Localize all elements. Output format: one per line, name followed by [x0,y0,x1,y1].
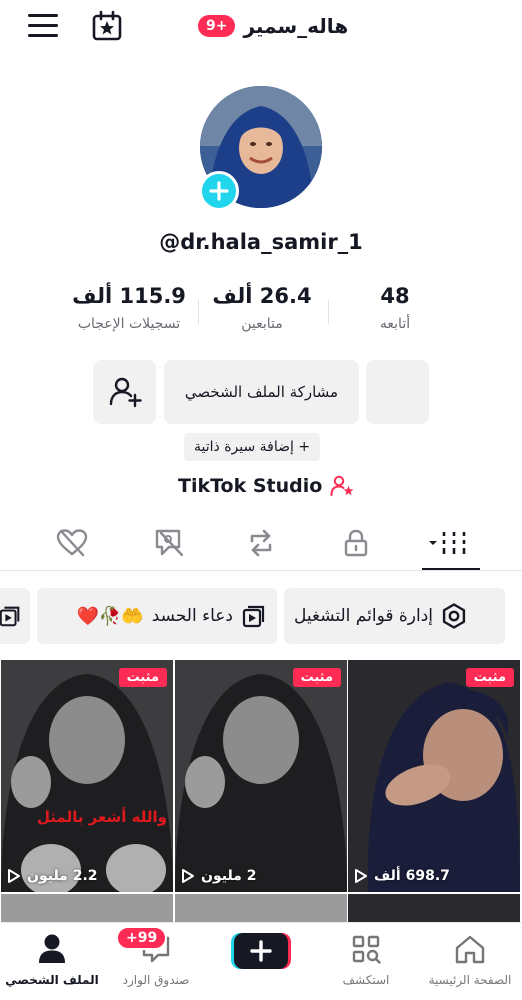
tiktok-studio-label: TikTok Studio [178,475,323,497]
home-icon [455,935,485,964]
likes-count: 115.9 ألف [72,284,186,308]
grid-icon [429,532,466,554]
video-caption: والله أشعر بالمثل [37,808,167,826]
tab-divider [0,570,522,571]
video-thumbnail[interactable]: والله أشعر بالمثل مثبت 2.2 مليون [1,660,173,892]
view-count: 698.7 ألف [354,868,450,884]
followers-count: 26.4 ألف [212,284,312,308]
video-thumbnail[interactable] [348,894,520,924]
lock-icon [344,529,368,557]
tab-reposts[interactable] [241,525,281,561]
play-icon [8,869,20,883]
likes-stat[interactable]: 115.9 ألف تسجيلات الإعجاب [64,284,194,332]
pinned-badge: مثبت [465,668,514,687]
divider [328,300,329,324]
view-count-text: 2.2 مليون [27,868,98,884]
active-tab-indicator [422,568,480,570]
nav-profile[interactable]: الملف الشخصي [0,933,104,987]
add-friend-button[interactable] [93,360,156,424]
following-stat[interactable]: 48 أتابعه [345,284,445,332]
followers-label: متابعين [241,316,283,332]
video-frame [1,660,173,892]
discover-icon [352,935,381,964]
liked-hidden-icon [56,529,88,557]
pinned-badge: مثبت [292,668,341,687]
inbox-badge: +99 [116,926,168,950]
divider [198,300,199,324]
profile-handle: @dr.hala_samir_1 [159,230,363,254]
tab-videos[interactable] [424,525,472,561]
play-icon [182,869,194,883]
tab-private[interactable] [336,525,376,561]
manage-playlists-button[interactable]: إدارة قوائم التشغيل [284,588,505,644]
tab-tagged[interactable] [149,525,189,561]
video-thumbnail[interactable] [175,894,347,924]
view-count: 2 مليون [181,868,256,884]
nav-discover[interactable]: استكشف [314,933,418,987]
video-thumbnail[interactable] [1,894,173,924]
view-count-text: 2 مليون [201,868,257,884]
following-count: 48 [380,284,410,308]
calendar-star-icon[interactable] [91,10,123,42]
nav-home[interactable]: الصفحة الرئيسية [418,933,522,987]
create-button[interactable] [231,931,291,971]
playlist-label: دعاء الحسد [151,606,233,626]
gear-icon [442,603,466,629]
playlist-item[interactable]: دعاء الحسد 🤲🥀❤️ [37,588,277,644]
play-icon [355,869,367,883]
view-count-text: 698.7 ألف [374,868,450,884]
video-thumbnail[interactable]: مثبت 698.7 ألف [348,660,520,892]
create-plus-icon [231,933,291,969]
likes-label: تسجيلات الإعجاب [77,316,181,332]
nav-home-label: الصفحة الرئيسية [428,973,512,987]
tiktok-studio-link[interactable]: TikTok Studio [178,472,354,500]
username-title: هاله_سمير [243,14,349,38]
profile-title[interactable]: 9+ هاله_سمير [198,10,348,42]
manage-playlists-label: إدارة قوائم التشغيل [294,606,434,626]
share-profile-label: مشاركة الملف الشخصي [184,383,339,401]
add-avatar-plus-icon[interactable] [199,171,239,211]
pinned-badge: مثبت [118,668,167,687]
person-filled-icon [39,934,65,963]
video-frame [175,660,347,892]
repost-icon [250,529,272,557]
video-frame [348,660,520,892]
view-count: 2.2 مليون [7,868,98,884]
nav-profile-label: الملف الشخصي [5,973,99,987]
notification-badge: 9+ [198,15,236,37]
nav-discover-label: استكشف [342,973,390,987]
followers-stat[interactable]: 26.4 ألف متابعين [200,284,324,332]
playlist-icon [0,606,20,627]
playlist-icon [242,605,265,628]
playlist-item-partial[interactable] [0,588,30,644]
user-star-icon [330,475,354,496]
top-bar: 9+ هاله_سمير [0,0,522,56]
nav-inbox-label: صندوق الوارد [122,973,190,987]
tagged-hidden-icon [155,529,184,557]
add-bio-button[interactable]: + إضافة سيرة ذاتية [184,433,321,461]
add-user-icon [109,377,142,408]
tab-liked[interactable] [52,525,92,561]
following-label: أتابعه [379,316,411,332]
video-thumbnail[interactable]: مثبت 2 مليون [175,660,347,892]
share-profile-button[interactable]: مشاركة الملف الشخصي [164,360,359,424]
edit-profile-button[interactable] [366,360,429,424]
playlist-emoji: 🤲🥀❤️ [76,605,144,627]
hamburger-menu-icon[interactable] [28,14,58,38]
